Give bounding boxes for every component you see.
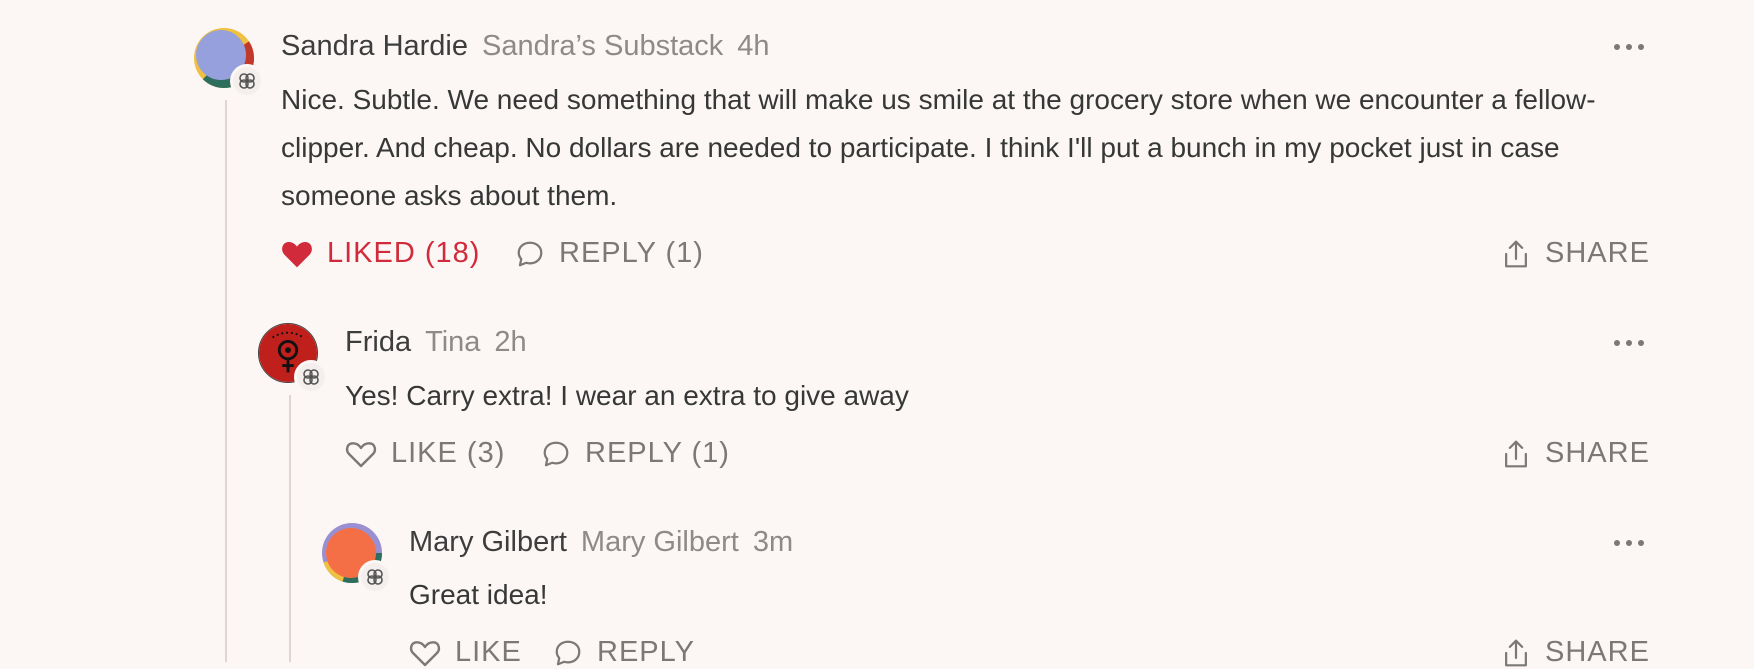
comment-header: Mary Gilbert Mary Gilbert 3m: [409, 526, 793, 559]
author-name[interactable]: Mary Gilbert: [409, 526, 567, 559]
comment-mary-gilbert: Mary Gilbert Mary Gilbert 3m Great idea!…: [0, 0, 1754, 668]
like-label: LIKE: [455, 636, 522, 668]
timestamp[interactable]: 3m: [753, 526, 793, 559]
comment-bubble-icon: [555, 640, 581, 665]
share-button[interactable]: SHARE: [1501, 636, 1650, 669]
comment-text: Great idea!: [409, 579, 548, 610]
publication-badge-icon: [358, 560, 392, 594]
share-icon: [1505, 639, 1527, 666]
share-label: SHARE: [1545, 636, 1650, 668]
like-button[interactable]: LIKE: [409, 636, 522, 669]
publication-name[interactable]: Mary Gilbert: [581, 526, 739, 559]
heart-outline-icon: [409, 640, 441, 666]
more-options-icon[interactable]: [1614, 538, 1644, 548]
reply-button[interactable]: REPLY: [553, 636, 695, 669]
reply-label: REPLY: [597, 636, 695, 668]
